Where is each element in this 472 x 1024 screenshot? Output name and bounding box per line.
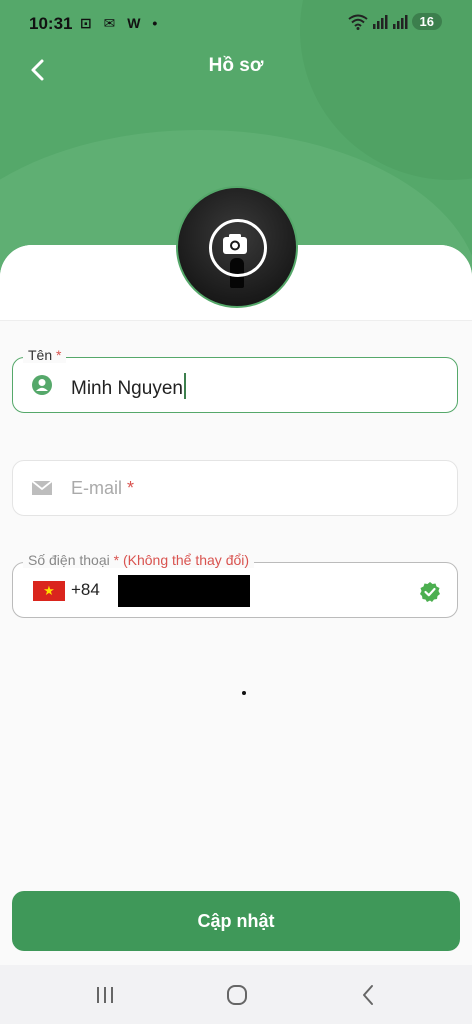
name-field[interactable]: Tên * Minh Nguyen (12, 347, 458, 413)
signal-icon (372, 14, 388, 29)
email-required-mark: * (127, 478, 135, 498)
email-field[interactable]: E-mail * (12, 460, 458, 516)
dial-code: +84 (71, 580, 100, 599)
battery-indicator: 16 (411, 13, 442, 30)
name-required-mark: * (56, 347, 62, 363)
status-bar: 10:31 ⊡ ✉ W • 16 (0, 0, 472, 48)
vn-flag-icon: ★ (33, 581, 65, 601)
signal-icon-2 (392, 14, 408, 29)
mail-icon (31, 480, 53, 495)
recents-icon[interactable] (90, 980, 120, 1010)
page-title: Hồ sơ (208, 55, 264, 76)
name-value: Minh Nguyen (71, 378, 183, 399)
phone-number-redacted (118, 575, 250, 607)
phone-field: Số điện thoại * (Không thể thay đổi) ★ +… (12, 552, 458, 618)
nav-back-icon[interactable] (354, 980, 384, 1010)
text-caret (183, 373, 186, 399)
phone-required-note: * (Không thể thay đổi) (113, 552, 250, 568)
name-input[interactable]: Minh Nguyen (71, 373, 186, 400)
name-label: Tên * (23, 347, 67, 363)
verified-icon (420, 582, 440, 602)
system-nav-bar (0, 965, 472, 1024)
camera-icon (223, 234, 247, 254)
camera-button[interactable] (209, 219, 267, 277)
phone-label: Số điện thoại * (Không thể thay đổi) (23, 552, 255, 568)
avatar[interactable] (176, 186, 298, 308)
name-label-text: Tên (28, 347, 53, 363)
home-icon[interactable] (222, 980, 252, 1010)
status-notification-icons: ⊡ ✉ W • (80, 15, 162, 31)
update-button[interactable]: Cập nhật (12, 891, 460, 951)
person-icon (32, 375, 52, 395)
wifi-icon (347, 14, 368, 30)
loading-dot (242, 691, 246, 695)
status-right: 16 (347, 13, 442, 30)
email-placeholder: E-mail (71, 478, 123, 498)
status-time: 10:31 (29, 14, 73, 33)
phone-label-text: Số điện thoại (28, 552, 110, 568)
email-input[interactable]: E-mail * (71, 478, 134, 499)
